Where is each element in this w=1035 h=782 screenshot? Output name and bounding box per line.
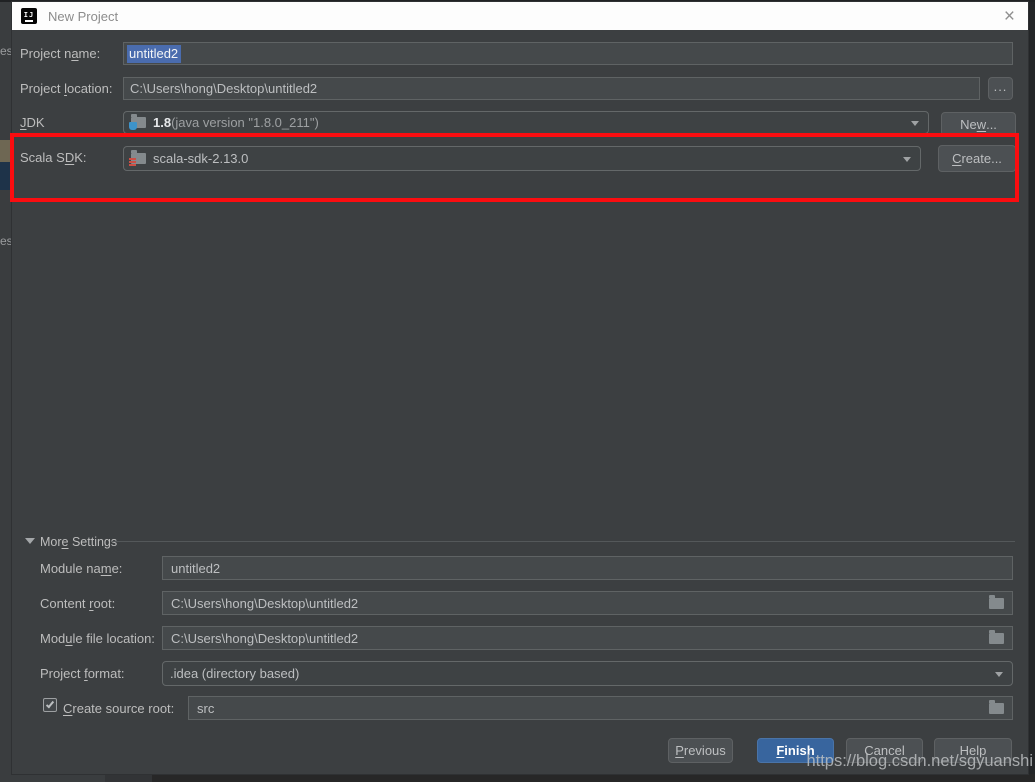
jdk-folder-icon (131, 117, 146, 128)
watermark: https://blog.csdn.net/sgyuanshi (806, 752, 1033, 771)
intellij-logo-icon: IJ (21, 8, 37, 24)
more-settings-header[interactable]: More Settings (40, 534, 117, 551)
jdk-value: 1.8 (153, 115, 171, 130)
project-name-input[interactable]: untitled2 (123, 42, 1013, 65)
project-format-label: Project format: (40, 665, 125, 682)
previous-button[interactable]: Previous (668, 738, 733, 763)
module-name-label: Module name: (40, 560, 122, 577)
checkmark-icon (46, 700, 54, 709)
background-left-strip: es es (0, 0, 12, 774)
project-name-label: Project name: (20, 45, 100, 62)
module-name-value: untitled2 (171, 561, 220, 576)
content-root-label: Content root: (40, 595, 115, 612)
project-format-select[interactable]: .idea (directory based) (162, 661, 1013, 686)
new-project-dialog: IJ New Project × Project name: untitled2… (12, 2, 1028, 774)
background-tan-block (0, 140, 10, 162)
chevron-down-icon (995, 672, 1003, 677)
dialog-titlebar[interactable]: IJ New Project × (12, 2, 1028, 30)
collapse-arrow-icon[interactable] (25, 538, 35, 544)
selected-text: untitled2 (127, 45, 181, 63)
background-navy-block (0, 162, 10, 190)
module-file-location-label: Module file location: (40, 630, 155, 647)
project-location-input[interactable]: C:\Users\hong\Desktop\untitled2 (123, 77, 980, 100)
section-separator (112, 541, 1015, 542)
module-file-location-input[interactable]: C:\Users\hong\Desktop\untitled2 (162, 626, 1013, 650)
jdk-value-detail: (java version "1.8.0_211") (171, 115, 319, 130)
background-text-fragment: es (0, 44, 12, 58)
folder-icon[interactable] (989, 633, 1004, 644)
background-text-fragment: es (0, 234, 12, 248)
ellipsis-icon: ... (994, 79, 1008, 94)
content-root-input[interactable]: C:\Users\hong\Desktop\untitled2 (162, 591, 1013, 615)
jdk-label: JDK (20, 114, 45, 131)
jdk-select[interactable]: 1.8 (java version "1.8.0_211") (123, 111, 929, 134)
browse-button[interactable]: ... (988, 77, 1013, 100)
module-name-input[interactable]: untitled2 (162, 556, 1013, 580)
project-location-label: Project location: (20, 80, 113, 97)
create-source-root-checkbox[interactable] (43, 698, 57, 712)
background-right-strip (1028, 0, 1035, 782)
background-bottom-strip (152, 774, 1035, 782)
source-root-value: src (197, 701, 214, 716)
project-format-value: .idea (directory based) (170, 666, 299, 681)
chevron-down-icon (911, 121, 919, 126)
module-file-location-value: C:\Users\hong\Desktop\untitled2 (171, 631, 358, 646)
folder-icon[interactable] (989, 703, 1004, 714)
annotation-red-box (10, 133, 1019, 202)
project-location-value: C:\Users\hong\Desktop\untitled2 (130, 81, 317, 96)
background-bottom-strip (105, 774, 152, 782)
dialog-title: New Project (48, 9, 118, 24)
source-root-input[interactable]: src (188, 696, 1013, 720)
desktop-background: es es IJ New Project × Project name: unt… (0, 0, 1035, 782)
background-bottom-strip (0, 774, 105, 782)
close-icon[interactable]: × (1000, 7, 1019, 26)
folder-icon[interactable] (989, 598, 1004, 609)
content-root-value: C:\Users\hong\Desktop\untitled2 (171, 596, 358, 611)
create-source-root-label: Create source root: (63, 700, 174, 717)
